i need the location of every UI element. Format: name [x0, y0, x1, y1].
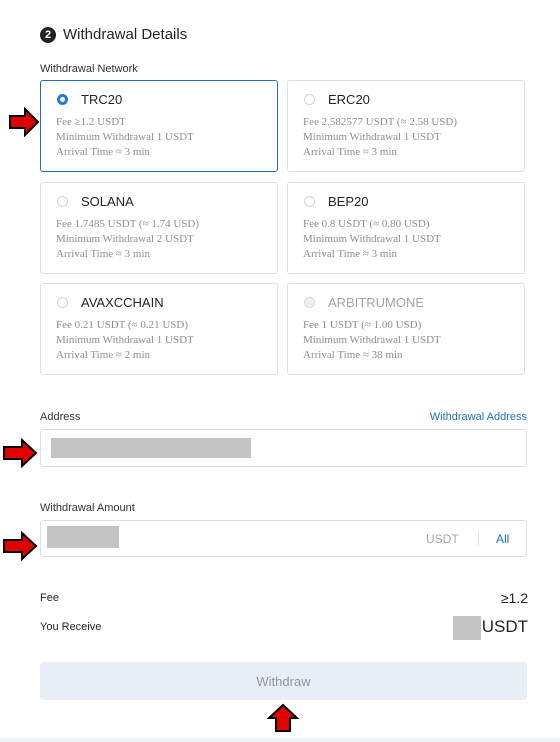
arrow-right-icon	[3, 531, 38, 561]
network-fee: Fee ≥1.2 USDT	[56, 116, 126, 128]
network-card-erc20[interactable]: ERC20 Fee 2.582577 USDT (≈ 2.58 USD) Min…	[287, 80, 525, 172]
receive-unit: USDT	[481, 617, 528, 636]
radio-icon[interactable]	[304, 94, 315, 105]
step-badge: 2	[40, 26, 56, 43]
network-card-bep20[interactable]: BEP20 Fee 0.8 USDT (≈ 0.80 USD) Minimum …	[287, 182, 525, 274]
network-card-arbitrumone: ARBITRUMONE Fee 1 USDT (≈ 1.00 USD) Mini…	[287, 283, 525, 375]
network-minimum: Minimum Withdrawal 1 USDT	[303, 131, 441, 143]
network-fee: Fee 1.7485 USDT (≈ 1.74 USD)	[56, 218, 200, 230]
radio-icon[interactable]	[57, 297, 68, 308]
radio-icon[interactable]	[304, 196, 315, 207]
withdraw-button[interactable]: Withdraw	[40, 662, 527, 700]
radio-icon[interactable]	[57, 196, 68, 207]
network-arrival: Arrival Time ≈ 3 min	[56, 146, 151, 158]
receive-label: You Receive	[40, 621, 102, 633]
network-minimum: Minimum Withdrawal 1 USDT	[303, 233, 441, 245]
network-arrival: Arrival Time ≈ 38 min	[303, 349, 403, 361]
amount-unit: USDT	[426, 532, 459, 546]
network-name: AVAXCCHAIN	[81, 295, 164, 310]
network-card-trc20[interactable]: TRC20 Fee ≥1.2 USDT Minimum Withdrawal 1…	[40, 80, 278, 172]
network-label: Withdrawal Network	[40, 63, 138, 75]
network-fee: Fee 0.8 USDT (≈ 0.80 USD)	[303, 218, 430, 230]
amount-label: Withdrawal Amount	[40, 502, 135, 514]
divider	[478, 532, 479, 546]
network-fee: Fee 1 USDT (≈ 1.00 USD)	[303, 319, 422, 331]
address-input[interactable]	[40, 429, 527, 467]
section-header: 2 Withdrawal Details	[40, 26, 187, 43]
network-minimum: Minimum Withdrawal 1 USDT	[56, 334, 194, 346]
network-name: SOLANA	[81, 194, 134, 209]
radio-disabled-icon	[304, 297, 315, 308]
network-name: ERC20	[328, 92, 370, 107]
network-card-avaxcchain[interactable]: AVAXCCHAIN Fee 0.21 USDT (≈ 0.21 USD) Mi…	[40, 283, 278, 375]
network-arrival: Arrival Time ≈ 3 min	[303, 248, 398, 260]
network-name: ARBITRUMONE	[328, 295, 425, 310]
arrow-up-icon	[267, 703, 299, 732]
redacted-address	[51, 438, 251, 458]
amount-input[interactable]: USDT All	[40, 520, 527, 557]
section-title: Withdrawal Details	[63, 26, 188, 43]
withdrawal-address-link[interactable]: Withdrawal Address	[430, 411, 527, 423]
network-minimum: Minimum Withdrawal 1 USDT	[303, 334, 441, 346]
network-fee: Fee 2.582577 USDT (≈ 2.58 USD)	[303, 116, 458, 128]
network-card-solana[interactable]: SOLANA Fee 1.7485 USDT (≈ 1.74 USD) Mini…	[40, 182, 278, 274]
bottom-strip	[0, 738, 560, 742]
network-name: TRC20	[81, 92, 123, 107]
redacted-amount	[47, 526, 119, 548]
redacted-receive-amount	[453, 616, 481, 640]
network-minimum: Minimum Withdrawal 1 USDT	[56, 131, 194, 143]
arrow-right-icon	[3, 438, 38, 468]
network-arrival: Arrival Time ≈ 3 min	[56, 248, 151, 260]
all-button[interactable]: All	[496, 532, 509, 546]
network-minimum: Minimum Withdrawal 2 USDT	[56, 233, 194, 245]
network-fee: Fee 0.21 USDT (≈ 0.21 USD)	[56, 319, 189, 331]
fee-value: ≥1.2	[500, 590, 528, 606]
network-arrival: Arrival Time ≈ 3 min	[303, 146, 398, 158]
fee-label: Fee	[40, 592, 59, 604]
network-arrival: Arrival Time ≈ 2 min	[56, 349, 151, 361]
address-label: Address	[40, 411, 81, 423]
network-name: BEP20	[328, 194, 369, 209]
arrow-right-icon	[9, 107, 40, 137]
radio-selected-icon[interactable]	[57, 94, 68, 105]
